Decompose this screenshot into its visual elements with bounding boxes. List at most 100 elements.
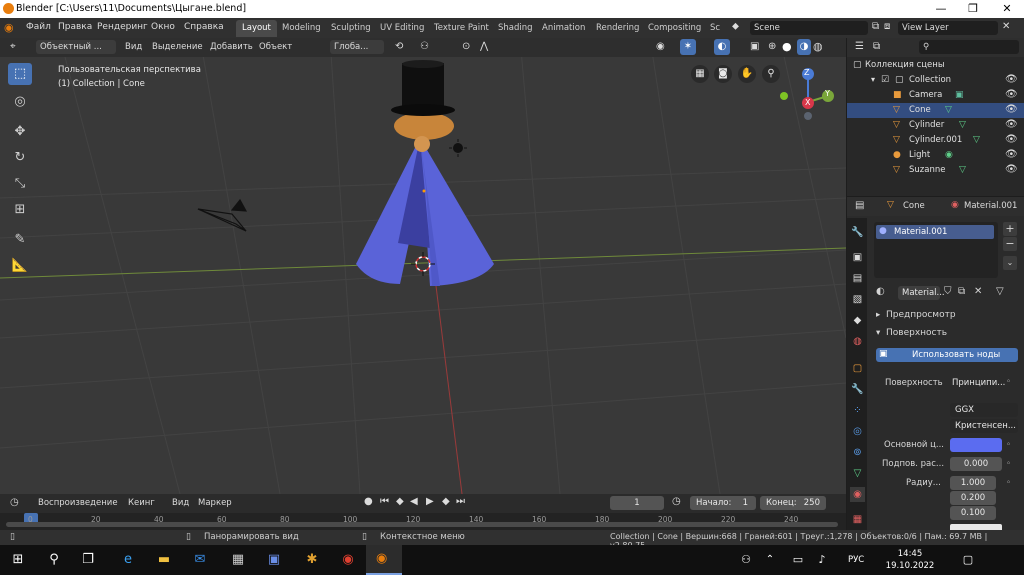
outliner-item-cylinder-001[interactable]: ▽ Cylinder.001 ▽ 👁	[847, 133, 1024, 148]
outliner-item-camera[interactable]: ■ Camera ▣ 👁	[847, 88, 1024, 103]
start-frame-field[interactable]: Начало: 1	[690, 496, 756, 510]
jump-start-icon[interactable]: ⏮	[380, 496, 389, 507]
outliner-search-input[interactable]: ⚲	[919, 40, 1019, 54]
preview-section-arrow-icon[interactable]: ▸	[876, 310, 880, 320]
menu-object[interactable]: Объект	[259, 42, 292, 52]
tab-compositing[interactable]: Compositing	[642, 20, 707, 37]
surface-section-arrow-icon[interactable]: ▾	[876, 328, 880, 338]
eye-icon[interactable]: 👁	[1005, 134, 1018, 145]
outliner-collection[interactable]: ▾ ☑ ▢ Collection 👁	[847, 73, 1024, 88]
menu-render[interactable]: Рендеринг	[97, 22, 148, 32]
scale-tool-icon[interactable]: ⤡	[8, 173, 32, 195]
playback-menu[interactable]: Воспроизведение	[38, 498, 118, 508]
camera-icon[interactable]: ◙	[714, 65, 732, 83]
people-icon[interactable]: ⚇	[736, 550, 756, 570]
link-dropdown-icon[interactable]: ▽	[996, 286, 1004, 297]
snap-icon[interactable]: ⚇	[420, 41, 429, 52]
slot-menu-button[interactable]: ⌄	[1003, 256, 1017, 270]
material-shading-icon[interactable]: ◑	[797, 39, 811, 55]
preview-section[interactable]: Предпросмотр	[886, 310, 956, 320]
visibility-icon[interactable]: ◉	[656, 41, 665, 52]
edge-browser-icon[interactable]: e	[118, 550, 138, 570]
data-tab-icon[interactable]: ▽	[850, 466, 865, 481]
prev-keyframe-icon[interactable]: ◆	[396, 496, 404, 507]
mode-dropdown[interactable]: Объектный ...	[36, 40, 116, 54]
tab-rendering[interactable]: Rendering	[590, 20, 645, 37]
scene-selector[interactable]: Scene	[750, 21, 868, 35]
output-tab-icon[interactable]: ▤	[850, 271, 865, 286]
windows-start-icon[interactable]: ⊞	[8, 550, 28, 570]
keying-menu[interactable]: Кеинг	[128, 498, 155, 508]
eye-icon[interactable]: 👁	[1005, 74, 1018, 85]
eye-icon[interactable]: 👁	[1005, 89, 1018, 100]
view-layer-tab-icon[interactable]: ▧	[850, 292, 865, 307]
unlink-material-icon[interactable]: ✕	[974, 286, 982, 297]
current-frame-field[interactable]: 1	[610, 496, 664, 510]
surface-shader-field[interactable]: Принципи...	[952, 376, 1005, 390]
store-icon[interactable]: ▣	[264, 550, 284, 570]
menu-add[interactable]: Добавить	[210, 42, 253, 52]
jump-end-icon[interactable]: ⏭	[456, 496, 465, 507]
outliner-root[interactable]: ▢ Коллекция сцены	[847, 58, 1024, 73]
tab-modeling[interactable]: Modeling	[276, 20, 327, 37]
tab-animation[interactable]: Animation	[536, 20, 591, 37]
minimize-button[interactable]: —	[924, 0, 958, 18]
volume-icon[interactable]: ♪	[812, 550, 832, 570]
material-browse-icon[interactable]: ◐	[876, 286, 885, 297]
tab-scripting[interactable]: Sc	[704, 20, 726, 37]
camera-view-icon[interactable]: ▦	[691, 65, 709, 83]
blender-taskbar-button[interactable]: ◉	[366, 545, 402, 575]
outliner-item-suzanne[interactable]: ▽ Suzanne ▽ 👁	[847, 163, 1024, 178]
expand-arrow-icon[interactable]: ▾	[871, 75, 875, 84]
tab-texture-paint[interactable]: Texture Paint	[428, 20, 495, 37]
end-frame-field[interactable]: Конец: 250	[760, 496, 826, 510]
clock-icon[interactable]: ◷	[672, 496, 681, 507]
eye-icon[interactable]: 👁	[1005, 104, 1018, 115]
viewport-scene[interactable]	[0, 38, 846, 494]
radius-socket-icon[interactable]: ◦	[1006, 478, 1011, 488]
modifier-tab-icon[interactable]: 🔧	[850, 382, 865, 397]
marker-menu[interactable]: Маркер	[198, 498, 232, 508]
tab-uv-editing[interactable]: UV Editing	[374, 20, 430, 37]
checkbox-icon[interactable]: ☑	[881, 75, 889, 85]
outliner-item-light[interactable]: ● Light ◉ 👁	[847, 148, 1024, 163]
material-tab-icon[interactable]: ◉	[850, 487, 865, 502]
annotate-tool-icon[interactable]: ✎	[8, 229, 32, 251]
radius-y-field[interactable]: 0.200	[950, 491, 996, 505]
close-button[interactable]: ✕	[990, 0, 1024, 18]
next-keyframe-icon[interactable]: ◆	[442, 496, 450, 507]
add-slot-button[interactable]: +	[1003, 222, 1017, 236]
outliner-editor-icon[interactable]: ☰	[855, 41, 864, 52]
transform-orientation-dropdown[interactable]: Глоба...	[330, 40, 384, 54]
play-icon[interactable]: ▶	[426, 496, 434, 507]
menu-edit[interactable]: Правка	[58, 22, 92, 32]
surface-section[interactable]: Поверхность	[886, 328, 947, 338]
view-layer-selector[interactable]: View Layer	[898, 21, 998, 35]
editor-type-icon[interactable]: ⌖	[10, 41, 16, 52]
clock-time[interactable]: 14:45	[880, 549, 940, 559]
chrome-browser-icon[interactable]: ◉	[338, 550, 358, 570]
proportional-edit-icon[interactable]: ⊙	[462, 41, 470, 52]
radius-z-field[interactable]: 0.100	[950, 506, 996, 520]
network-icon[interactable]: ▭	[788, 550, 808, 570]
tab-shading[interactable]: Shading	[492, 20, 539, 37]
duplicate-material-icon[interactable]: ⧉	[958, 286, 965, 297]
rendered-shading-icon[interactable]: ◍	[813, 40, 823, 53]
taskbar-search-icon[interactable]: ⚲	[44, 550, 64, 570]
menu-file[interactable]: Файл	[26, 22, 51, 32]
task-view-icon[interactable]: ❐	[78, 550, 98, 570]
outliner-item-cylinder[interactable]: ▽ Cylinder ▽ 👁	[847, 118, 1024, 133]
texture-tab-icon[interactable]: ▦	[850, 512, 865, 527]
menu-select[interactable]: Выделение	[152, 42, 203, 52]
base-color-swatch[interactable]	[950, 438, 1002, 452]
notifications-icon[interactable]: ▢	[958, 550, 978, 570]
constraints-tab-icon[interactable]: ⊚	[850, 445, 865, 460]
maximize-button[interactable]: ❐	[956, 0, 990, 18]
eye-icon[interactable]: 👁	[1005, 149, 1018, 160]
menu-window[interactable]: Окно	[151, 22, 175, 32]
transform-tool-icon[interactable]: ⊞	[8, 199, 32, 221]
distribution-dropdown[interactable]: GGX	[950, 403, 1018, 417]
rotate-tool-icon[interactable]: ↻	[8, 147, 32, 169]
object-tab-icon[interactable]: ▢	[850, 361, 865, 376]
record-icon[interactable]: ●	[364, 496, 373, 507]
